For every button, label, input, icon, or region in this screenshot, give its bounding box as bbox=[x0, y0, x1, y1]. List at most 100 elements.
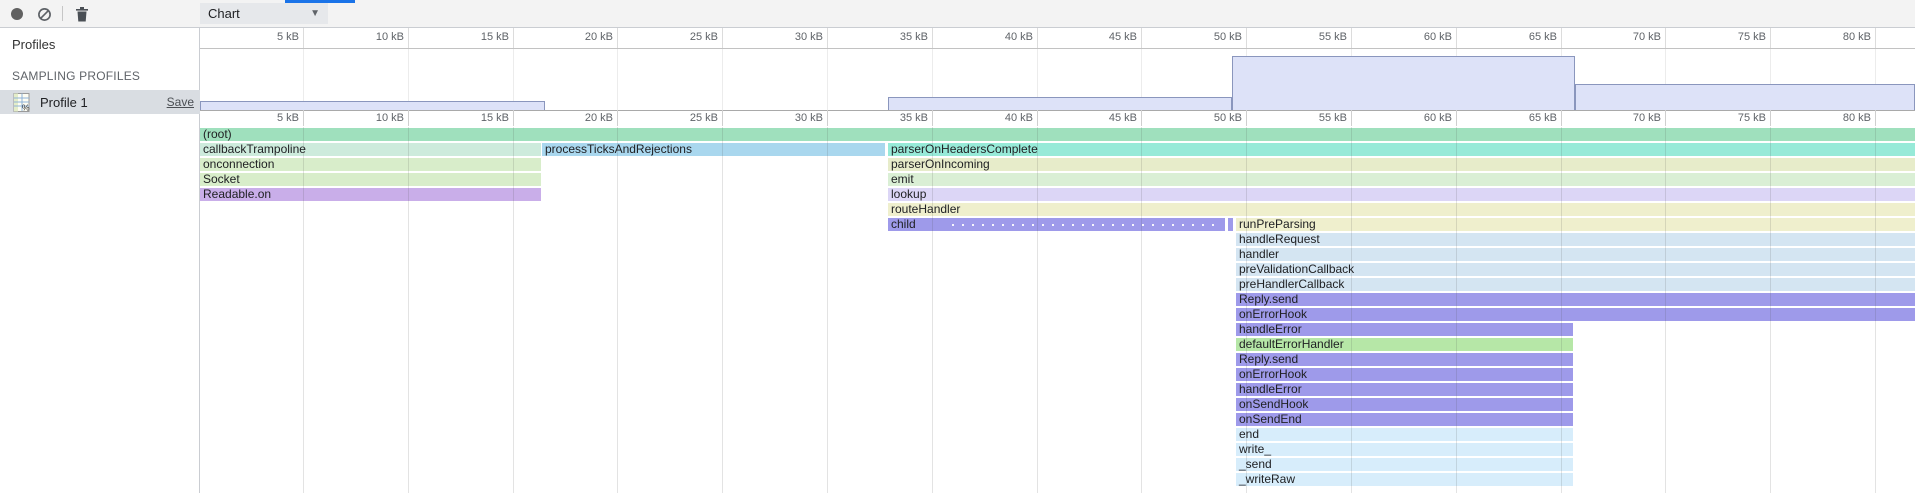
flame-bar-prevalidationcallback[interactable]: preValidationCallback bbox=[1236, 263, 1915, 276]
ruler-tick-label: 65 kB bbox=[1491, 112, 1557, 124]
flame-gridline bbox=[1456, 127, 1457, 493]
flame-bar-write-[interactable]: write_ bbox=[1236, 443, 1573, 456]
flame-bar--writeraw[interactable]: _writeRaw bbox=[1236, 473, 1573, 486]
sidebar: Profiles SAMPLING PROFILES % Profile 1 S… bbox=[0, 28, 200, 493]
flame-bar[interactable] bbox=[1228, 218, 1233, 231]
flame-bar-reply-send[interactable]: Reply.send bbox=[1236, 293, 1915, 306]
ruler-tick bbox=[932, 110, 933, 126]
ruler-tick-label: 75 kB bbox=[1700, 31, 1766, 43]
flame-gridline bbox=[1561, 127, 1562, 493]
flame-bar-handler[interactable]: handler bbox=[1236, 248, 1915, 261]
flame-gridline bbox=[1246, 127, 1247, 493]
toolbar-divider bbox=[62, 6, 63, 21]
ruler-tick-label: 25 kB bbox=[652, 112, 718, 124]
ruler-tick bbox=[617, 110, 618, 126]
flame-bar-handlerequest[interactable]: handleRequest bbox=[1236, 233, 1915, 246]
flame-bar-prehandlercallback[interactable]: preHandlerCallback bbox=[1236, 278, 1915, 291]
ruler-tick bbox=[513, 110, 514, 126]
flame-chart[interactable]: (root) callbackTrampolineprocessTicksAndR… bbox=[200, 127, 1915, 493]
overview-gridline bbox=[827, 49, 828, 110]
ruler-tick-label: 80 kB bbox=[1805, 112, 1871, 124]
overview-area-segment bbox=[1575, 84, 1915, 110]
flame-bar-onsendend[interactable]: onSendEnd bbox=[1236, 413, 1573, 426]
ruler-tick-label: 25 kB bbox=[652, 31, 718, 43]
flame-gridline bbox=[932, 127, 933, 493]
ruler-tick-label: 70 kB bbox=[1595, 31, 1661, 43]
ruler-tick bbox=[827, 28, 828, 48]
ruler-tick-label: 50 kB bbox=[1176, 112, 1242, 124]
ruler-tick-label: 15 kB bbox=[443, 112, 509, 124]
ruler-tick bbox=[303, 110, 304, 126]
ruler-tick bbox=[303, 28, 304, 48]
flame-bar-callbacktrampoline[interactable]: callbackTrampoline bbox=[200, 143, 541, 156]
flame-bar-parseronincoming[interactable]: parserOnIncoming bbox=[888, 158, 1915, 171]
flame-bar--send[interactable]: _send bbox=[1236, 458, 1573, 471]
heap-profile-icon: % bbox=[13, 93, 32, 112]
view-mode-select[interactable]: Chart ▼ bbox=[200, 3, 328, 24]
flame-gridline bbox=[1037, 127, 1038, 493]
ruler-tick-label: 35 kB bbox=[862, 112, 928, 124]
chevron-down-icon: ▼ bbox=[310, 8, 320, 19]
flame-bar-lookup[interactable]: lookup bbox=[888, 188, 1915, 201]
ruler-tick bbox=[513, 28, 514, 48]
ruler-tick bbox=[1875, 28, 1876, 48]
memory-overview[interactable] bbox=[200, 49, 1915, 111]
ruler-tick bbox=[1561, 28, 1562, 48]
flame-bar-child[interactable]: child bbox=[888, 218, 1225, 231]
ruler-tick-label: 45 kB bbox=[1071, 112, 1137, 124]
flame-bar-routehandler[interactable]: routeHandler bbox=[888, 203, 1915, 216]
flame-bar-parseronheaderscomplete[interactable]: parserOnHeadersComplete bbox=[888, 143, 1915, 156]
toolbar: Chart ▼ bbox=[0, 0, 1915, 28]
flame-chart-pane: 5 kB10 kB15 kB20 kB25 kB30 kB35 kB40 kB4… bbox=[200, 28, 1915, 493]
record-button[interactable] bbox=[7, 4, 27, 24]
ruler-tick bbox=[1246, 28, 1247, 48]
ruler-tick-label: 10 kB bbox=[338, 112, 404, 124]
overview-gridline bbox=[617, 49, 618, 110]
flame-bar-socket[interactable]: Socket bbox=[200, 173, 541, 186]
flame-bar-runpreparsing[interactable]: runPreParsing bbox=[1236, 218, 1915, 231]
flame-bar-end[interactable]: end bbox=[1236, 428, 1573, 441]
ruler-tick bbox=[1141, 28, 1142, 48]
delete-profile-button[interactable] bbox=[72, 4, 92, 24]
ruler-top: 5 kB10 kB15 kB20 kB25 kB30 kB35 kB40 kB4… bbox=[200, 28, 1915, 49]
flame-bar-handleerror[interactable]: handleError bbox=[1236, 383, 1573, 396]
devtools-memory-profiler: { "toolbar": { "view_mode": "Chart", "ic… bbox=[0, 0, 1915, 493]
flame-bar-emit[interactable]: emit bbox=[888, 173, 1915, 186]
flame-gridline bbox=[1351, 127, 1352, 493]
ruler-tick bbox=[408, 110, 409, 126]
ruler-tick-label: 10 kB bbox=[338, 31, 404, 43]
flame-bar--root-[interactable]: (root) bbox=[200, 128, 1915, 141]
ruler-tick bbox=[408, 28, 409, 48]
ruler-tick bbox=[1351, 110, 1352, 126]
flame-bar-onsendhook[interactable]: onSendHook bbox=[1236, 398, 1573, 411]
ruler-tick-label: 30 kB bbox=[757, 112, 823, 124]
ruler-tick-label: 50 kB bbox=[1176, 31, 1242, 43]
sidebar-item-profile-1[interactable]: % Profile 1 Save bbox=[0, 90, 200, 114]
ruler-tick bbox=[1351, 28, 1352, 48]
ruler-tick bbox=[1665, 110, 1666, 126]
flame-bar-onerrorhook[interactable]: onErrorHook bbox=[1236, 308, 1915, 321]
flame-bar-onerrorhook[interactable]: onErrorHook bbox=[1236, 368, 1573, 381]
ruler-tick bbox=[1456, 110, 1457, 126]
profiles-heading: Profiles bbox=[12, 37, 55, 52]
save-link[interactable]: Save bbox=[167, 95, 194, 109]
flame-bar-handleerror[interactable]: handleError bbox=[1236, 323, 1573, 336]
overview-area-segment bbox=[1232, 56, 1575, 110]
ruler-tick-label: 20 kB bbox=[547, 112, 613, 124]
top-accent-line bbox=[285, 0, 355, 3]
flame-bar-onconnection[interactable]: onconnection bbox=[200, 158, 541, 171]
ruler-tick-label: 5 kB bbox=[233, 31, 299, 43]
ruler-tick bbox=[722, 110, 723, 126]
flame-bar-processticksandrejections[interactable]: processTicksAndRejections bbox=[542, 143, 885, 156]
ruler-tick bbox=[1770, 28, 1771, 48]
flame-bar-readable-on[interactable]: Readable.on bbox=[200, 188, 541, 201]
clear-button[interactable] bbox=[34, 4, 54, 24]
ruler-tick-label: 5 kB bbox=[233, 112, 299, 124]
flame-bar-reply-send[interactable]: Reply.send bbox=[1236, 353, 1573, 366]
ruler-tick-label: 80 kB bbox=[1805, 31, 1871, 43]
ruler-tick bbox=[1246, 110, 1247, 126]
clear-icon bbox=[37, 7, 52, 22]
ruler-tick-label: 15 kB bbox=[443, 31, 509, 43]
flame-bar-defaulterrorhandler[interactable]: defaultErrorHandler bbox=[1236, 338, 1573, 351]
svg-text:%: % bbox=[22, 102, 30, 112]
